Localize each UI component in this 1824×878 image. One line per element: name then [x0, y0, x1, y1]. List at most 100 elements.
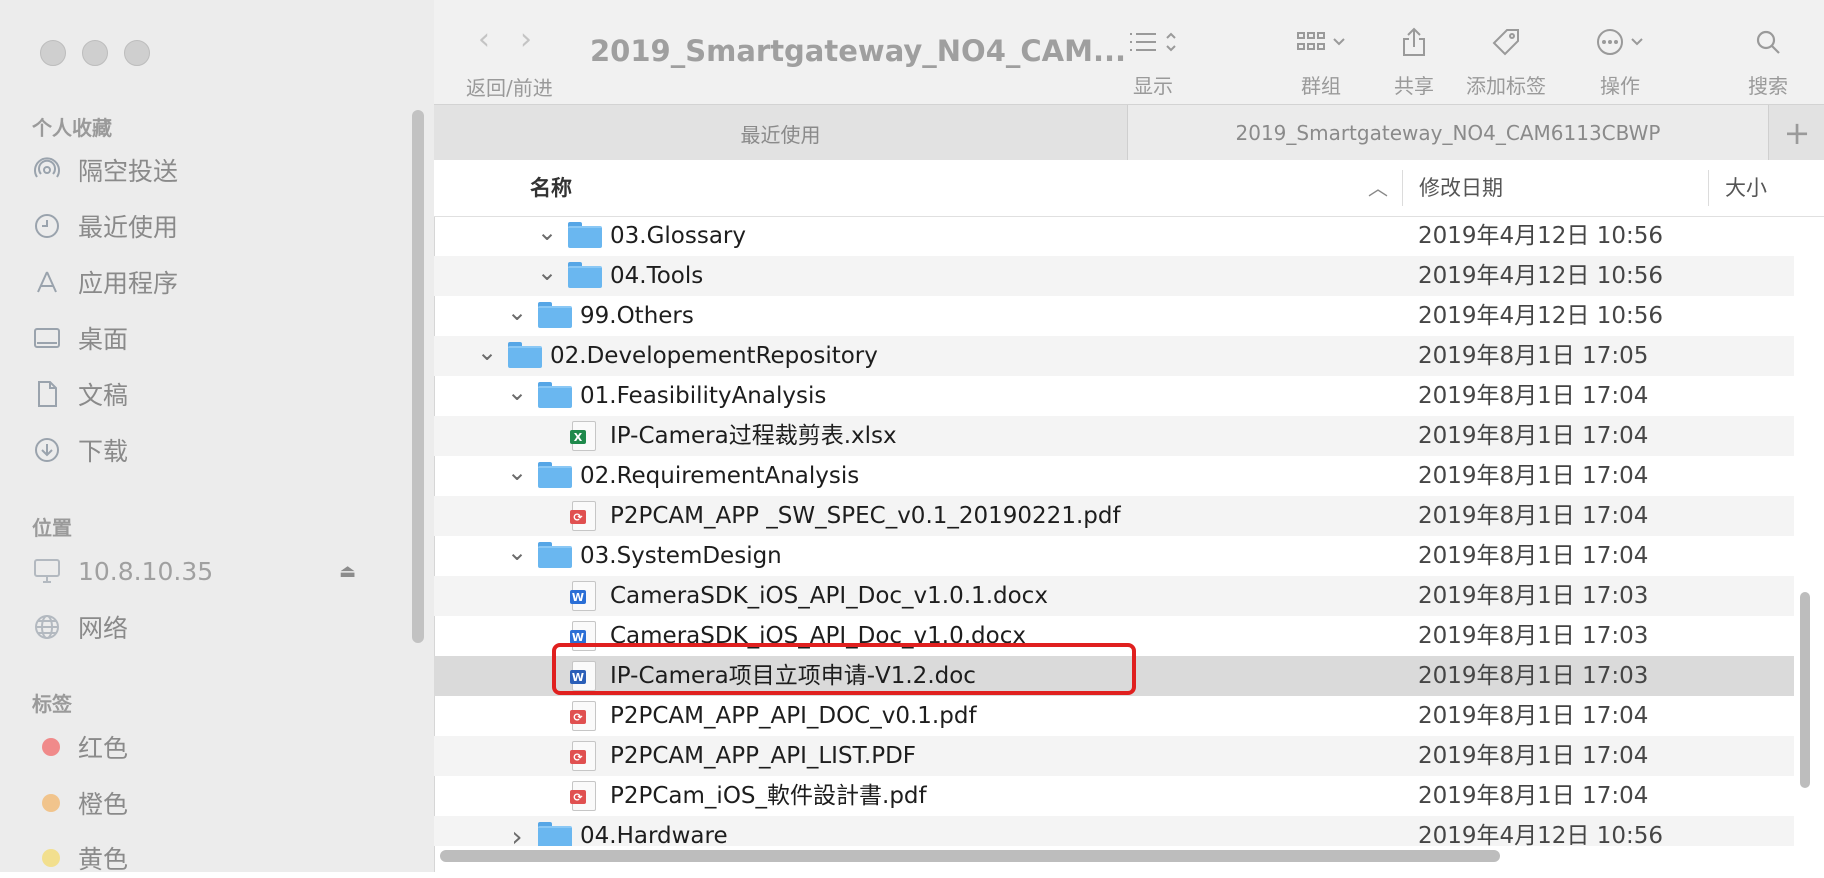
- sidebar-item-airdrop[interactable]: 隔空投送: [32, 150, 392, 190]
- search-icon: [1754, 22, 1782, 62]
- share-label: 共享: [1394, 74, 1434, 98]
- file-name: P2PCAM_APP _SW_SPEC_v0.1_20190221.pdf: [610, 503, 1121, 529]
- sidebar-item-network[interactable]: 网络: [32, 607, 392, 647]
- desktop-icon: [32, 323, 62, 353]
- horizontal-scrollbar[interactable]: [440, 850, 1500, 862]
- disclosure-expanded-icon[interactable]: ⌄: [504, 376, 530, 418]
- disclosure-collapsed-icon[interactable]: ›: [504, 816, 530, 847]
- table-row[interactable]: ⌄ 03.SystemDesign 2019年8月1日 17:04: [434, 536, 1794, 576]
- add-tags-button[interactable]: 添加标签: [1466, 22, 1546, 99]
- monitor-icon: [32, 556, 62, 586]
- table-row[interactable]: ⌄ 01.FeasibilityAnalysis 2019年8月1日 17:04: [434, 376, 1794, 416]
- action-button[interactable]: 操作: [1596, 22, 1644, 99]
- pdf-file-icon: ⟳: [570, 701, 604, 731]
- table-row[interactable]: ⟳ P2PCAM_APP _SW_SPEC_v0.1_20190221.pdf 20…: [434, 496, 1794, 536]
- group-button[interactable]: 群组: [1296, 22, 1346, 99]
- close-button[interactable]: [40, 40, 66, 66]
- sidebar-tag-red[interactable]: 红色: [32, 727, 392, 767]
- file-name: 04.Tools: [610, 263, 704, 289]
- zoom-button[interactable]: [124, 40, 150, 66]
- sidebar-item-label: 桌面: [78, 325, 129, 354]
- back-arrow-icon[interactable]: ‹: [478, 22, 490, 57]
- disclosure-expanded-icon[interactable]: ⌄: [504, 536, 530, 578]
- forward-arrow-icon[interactable]: ›: [520, 22, 532, 57]
- table-row[interactable]: W CameraSDK_iOS_API_Doc_v1.0.1.docx 2019年8…: [434, 576, 1794, 616]
- sidebar-scrollbar[interactable]: [412, 110, 424, 643]
- table-row[interactable]: ⌄ 99.Others 2019年4月12日 10:56: [434, 296, 1794, 336]
- view-button[interactable]: 显示: [1128, 22, 1178, 99]
- locations-section-title: 位置: [32, 516, 72, 540]
- table-row[interactable]: ⌄ 04.Tools 2019年4月12日 10:56: [434, 256, 1794, 296]
- file-name: 02.RequirementAnalysis: [580, 463, 860, 489]
- column-modified[interactable]: 修改日期: [1402, 170, 1503, 206]
- finder-window: 个人收藏 隔空投送 最近使用 应用程序 桌面 文稿 下载 位置 10.8.10.…: [0, 0, 1824, 874]
- sidebar-item-applications[interactable]: 应用程序: [32, 262, 392, 302]
- file-modified-date: 2019年4月12日 10:56: [1418, 823, 1664, 846]
- file-list: ⌄ 03.Glossary 2019年4月12日 10:56 ⌄ 04.Tools 201…: [434, 216, 1794, 846]
- table-row[interactable]: ⌄ 03.Glossary 2019年4月12日 10:56: [434, 216, 1794, 256]
- table-row[interactable]: X IP-Camera过程裁剪表.xlsx 2019年8月1日 17:04: [434, 416, 1794, 456]
- file-modified-date: 2019年8月1日 17:05: [1418, 343, 1649, 369]
- sidebar-item-label: 橙色: [78, 790, 129, 819]
- sidebar-item-server[interactable]: 10.8.10.35 ⏏: [32, 551, 392, 591]
- more-icon: [1596, 22, 1644, 62]
- search-button[interactable]: 搜索: [1748, 22, 1788, 99]
- disclosure-expanded-icon[interactable]: ⌄: [534, 216, 560, 258]
- folder-icon: [538, 462, 572, 490]
- window-title: 2019_Smartgateway_NO4_CAM...: [590, 34, 1127, 68]
- folder-icon: [508, 342, 542, 370]
- file-name: IP-Camera过程裁剪表.xlsx: [610, 423, 897, 449]
- vertical-scrollbar[interactable]: [1800, 592, 1810, 788]
- sidebar-item-label: 红色: [78, 734, 129, 763]
- share-button[interactable]: 共享: [1394, 22, 1434, 99]
- file-modified-date: 2019年8月1日 17:04: [1418, 703, 1649, 729]
- sidebar-tag-orange[interactable]: 橙色: [32, 783, 392, 823]
- table-row[interactable]: ⟳ P2PCAM_APP_API_LIST.PDF 2019年8月1日 17:04: [434, 736, 1794, 776]
- table-row[interactable]: ⌄ 02.DevelopementRepository 2019年8月1日 17:0…: [434, 336, 1794, 376]
- toolbar: ‹ › 返回/前进 2019_Smartgateway_NO4_CAM... 显…: [434, 0, 1824, 104]
- minimize-button[interactable]: [82, 40, 108, 66]
- file-modified-date: 2019年4月12日 10:56: [1418, 223, 1664, 249]
- table-row[interactable]: › 04.Hardware 2019年4月12日 10:56: [434, 816, 1794, 846]
- new-tab-button[interactable]: +: [1768, 105, 1824, 161]
- file-modified-date: 2019年8月1日 17:04: [1418, 543, 1649, 569]
- sort-ascending-icon[interactable]: ︿: [1368, 160, 1388, 216]
- list-view-icon: [1128, 22, 1178, 62]
- column-size[interactable]: 大小: [1708, 170, 1767, 206]
- file-name: 02.DevelopementRepository: [550, 343, 878, 369]
- file-modified-date: 2019年8月1日 17:04: [1418, 503, 1649, 529]
- column-name[interactable]: 名称: [530, 160, 572, 216]
- favorites-section-title: 个人收藏: [32, 116, 112, 140]
- file-modified-date: 2019年4月12日 10:56: [1418, 303, 1664, 329]
- tab-recents[interactable]: 最近使用: [434, 105, 1128, 161]
- word-file-icon: W: [570, 581, 604, 611]
- share-icon: [1401, 22, 1427, 62]
- tags-section-title: 标签: [32, 692, 72, 716]
- sidebar-item-label: 应用程序: [78, 269, 179, 298]
- file-name: 03.SystemDesign: [580, 543, 782, 569]
- nav-arrows: ‹ ›: [478, 22, 532, 57]
- table-row[interactable]: ⌄ 02.RequirementAnalysis 2019年8月1日 17:04: [434, 456, 1794, 496]
- folder-icon: [538, 382, 572, 410]
- disclosure-expanded-icon[interactable]: ⌄: [504, 456, 530, 498]
- table-row[interactable]: ⟳ P2PCam_iOS_軟件設計書.pdf 2019年8月1日 17:04: [434, 776, 1794, 816]
- file-name: 03.Glossary: [610, 223, 746, 249]
- pdf-file-icon: ⟳: [570, 501, 604, 531]
- pdf-file-icon: ⟳: [570, 741, 604, 771]
- disclosure-expanded-icon[interactable]: ⌄: [504, 296, 530, 338]
- disclosure-expanded-icon[interactable]: ⌄: [534, 256, 560, 298]
- globe-icon: [32, 612, 62, 642]
- sidebar-tag-yellow[interactable]: 黄色: [32, 838, 392, 878]
- table-row[interactable]: ⟳ P2PCAM_APP_API_DOC_v0.1.pdf 2019年8月1日 17…: [434, 696, 1794, 736]
- sidebar-item-documents[interactable]: 文稿: [32, 374, 392, 414]
- eject-icon[interactable]: ⏏: [339, 561, 356, 582]
- sidebar-item-desktop[interactable]: 桌面: [32, 318, 392, 358]
- file-name: P2PCAM_APP_API_DOC_v0.1.pdf: [610, 703, 977, 729]
- sidebar-item-recents[interactable]: 最近使用: [32, 206, 392, 246]
- tab-current-folder[interactable]: 2019_Smartgateway_NO4_CAM6113CBWP: [1128, 105, 1768, 161]
- sidebar-item-downloads[interactable]: 下载: [32, 430, 392, 470]
- folder-icon: [568, 262, 602, 290]
- file-modified-date: 2019年8月1日 17:03: [1418, 583, 1649, 609]
- tag-color-dot: [42, 738, 60, 756]
- disclosure-expanded-icon[interactable]: ⌄: [474, 336, 500, 378]
